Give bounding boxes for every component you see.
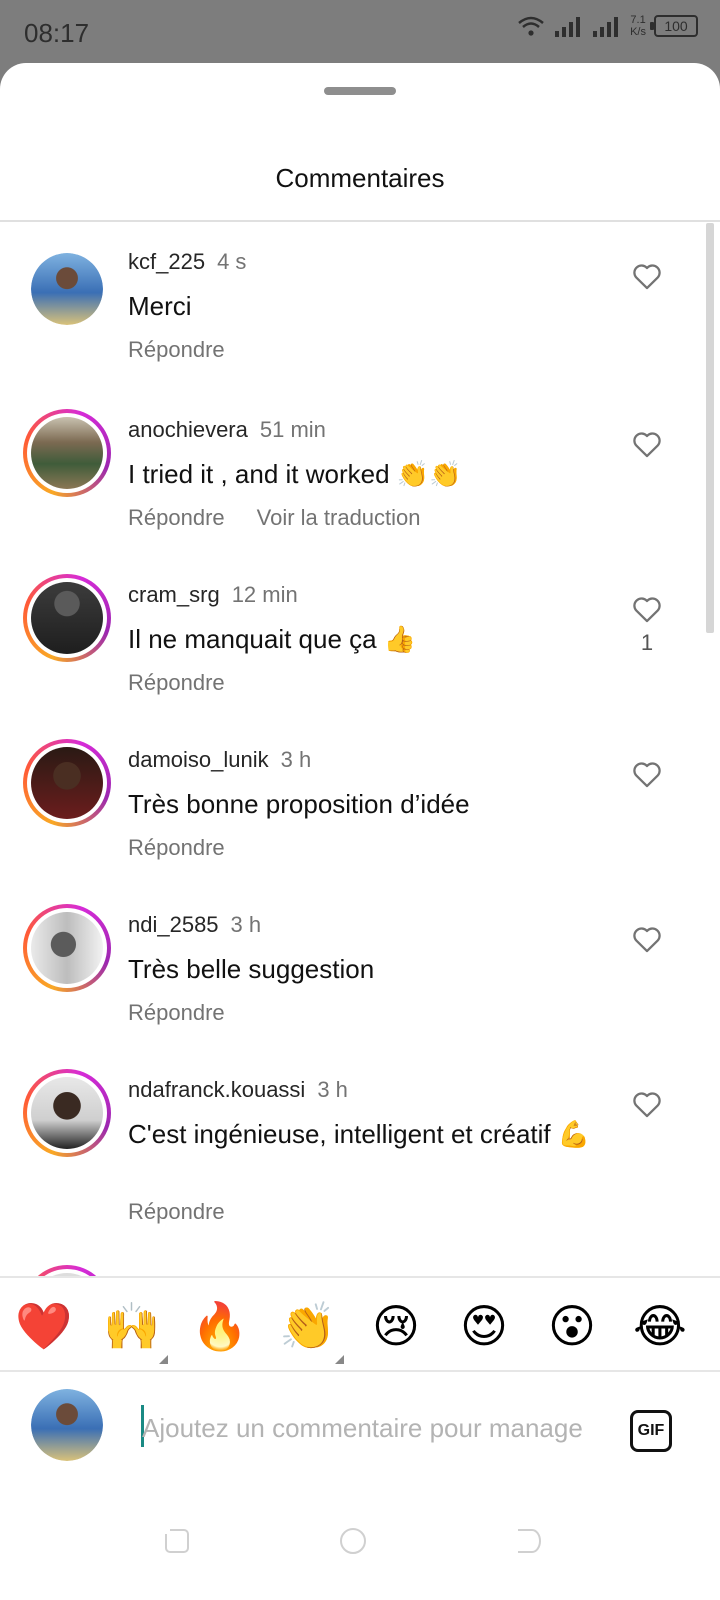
avatar[interactable] xyxy=(23,574,111,662)
heart-outline-icon[interactable] xyxy=(630,922,664,956)
comment-time: 3 h xyxy=(317,1077,348,1102)
avatar[interactable] xyxy=(23,739,111,827)
comment-item: anochievera 51 min I tried it , and it wo… xyxy=(0,409,706,559)
skin-tone-indicator xyxy=(159,1355,168,1364)
avatar[interactable] xyxy=(23,409,111,497)
sheet-title: Commentaires xyxy=(275,163,445,193)
system-nav-bar xyxy=(0,1482,720,1600)
comment-item: cram_srg 12 min Il ne manquait que ça 👍 R… xyxy=(0,574,706,724)
comment-text: Il ne manquait que ça 👍 xyxy=(128,624,417,654)
comment-item: ndi_2585 3 h Très belle suggestion Répond… xyxy=(0,904,706,1054)
comment-item: kcf_225 4 s Merci Répondre xyxy=(0,249,706,403)
comment-username[interactable]: cram_srg xyxy=(128,582,220,607)
comment-actions: Répondre xyxy=(128,835,225,861)
signal-icon-2 xyxy=(593,17,619,37)
avatar[interactable] xyxy=(23,904,111,992)
status-icons: 7.1 K/s 100 xyxy=(516,14,698,38)
comment-username[interactable]: anochievera xyxy=(128,417,248,442)
comment-header: kcf_225 4 s xyxy=(128,249,246,275)
comment-actions: Répondre xyxy=(128,337,225,363)
comment-text: Très bonne proposition d’idée xyxy=(128,789,470,819)
comment-time: 12 min xyxy=(231,582,298,607)
comment-time: 51 min xyxy=(259,417,326,442)
comment-username[interactable]: ndi_2585 xyxy=(128,912,219,937)
emoji-heart-eyes[interactable]: 😍 xyxy=(454,1296,514,1356)
like-count: 1 xyxy=(640,630,654,655)
reply-button[interactable]: Répondre xyxy=(128,1199,225,1225)
comment-actions: Répondre Voir la traduction xyxy=(128,505,421,531)
comment-actions: Répondre xyxy=(128,670,225,696)
comment-text: I tried it , and it worked 👏👏 xyxy=(128,459,462,489)
comment-item: damoiso_lunik 3 h Très bonne proposition … xyxy=(0,739,706,889)
comment-username[interactable]: ndafranck.kouassi xyxy=(128,1077,305,1102)
comment-text: Très belle suggestion xyxy=(128,954,375,984)
heart-outline-icon[interactable] xyxy=(630,592,664,626)
avatar[interactable] xyxy=(31,253,103,325)
recent-apps-icon[interactable] xyxy=(162,1526,192,1556)
status-time: 08:17 xyxy=(24,18,90,48)
comment-time: 4 s xyxy=(217,249,247,274)
back-icon[interactable] xyxy=(514,1526,544,1556)
network-speed: 7.1 K/s xyxy=(630,14,646,38)
comment-header: ndafranck.kouassi 3 h xyxy=(128,1077,348,1103)
network-speed-value: 7.1 xyxy=(630,14,646,26)
battery-icon: 100 xyxy=(650,15,698,37)
reply-button[interactable]: Répondre xyxy=(128,505,225,531)
emoji-fire[interactable]: 🔥 xyxy=(190,1296,250,1356)
comment-time: 3 h xyxy=(280,747,312,772)
emoji-reaction-bar: ❤️ 🙌 🔥 👏 😢 😍 😮 😂 xyxy=(0,1276,720,1372)
reply-button[interactable]: Répondre xyxy=(128,670,225,696)
translate-button[interactable]: Voir la traduction xyxy=(257,505,421,531)
comment-input[interactable] xyxy=(142,1408,602,1448)
comment-username[interactable]: damoiso_lunik xyxy=(128,747,269,772)
comment-text: Merci xyxy=(128,291,192,321)
gif-button[interactable]: GIF xyxy=(630,1410,672,1452)
heart-outline-icon[interactable] xyxy=(630,757,664,791)
drag-handle[interactable] xyxy=(324,87,396,95)
comments-sheet: Commentaires kcf_225 4 s Merci Répondre a… xyxy=(0,63,720,1600)
signal-icon xyxy=(555,17,581,37)
comment-username[interactable]: kcf_225 xyxy=(128,249,205,274)
comment-actions: Répondre xyxy=(128,1000,225,1026)
heart-outline-icon[interactable] xyxy=(630,1087,664,1121)
network-speed-unit: K/s xyxy=(630,26,646,38)
comment-header: cram_srg 12 min xyxy=(128,582,298,608)
scrollbar[interactable] xyxy=(706,223,714,633)
comment-text: C'est ingénieuse, intelligent et créatif… xyxy=(128,1119,591,1149)
avatar[interactable] xyxy=(23,1069,111,1157)
divider xyxy=(0,220,720,222)
comment-item: ndafranck.kouassi 3 h C'est ingénieuse, i… xyxy=(0,1069,706,1269)
comment-time: 3 h xyxy=(230,912,262,937)
comment-composer: GIF xyxy=(0,1372,720,1482)
emoji-surprised[interactable]: 😮 xyxy=(542,1296,602,1356)
home-circle-icon[interactable] xyxy=(338,1526,368,1556)
emoji-heart[interactable]: ❤️ xyxy=(14,1296,74,1356)
heart-outline-icon[interactable] xyxy=(630,427,664,461)
comment-actions: Répondre xyxy=(128,1199,225,1225)
emoji-clapping[interactable]: 👏 xyxy=(278,1296,338,1356)
comment-header: ndi_2585 3 h xyxy=(128,912,261,938)
comment-header: anochievera 51 min xyxy=(128,417,326,443)
emoji-laughing[interactable]: 😂 xyxy=(630,1296,690,1356)
skin-tone-indicator xyxy=(335,1355,344,1364)
wifi-icon xyxy=(518,16,544,36)
reply-button[interactable]: Répondre xyxy=(128,1000,225,1026)
reply-button[interactable]: Répondre xyxy=(128,835,225,861)
heart-outline-icon[interactable] xyxy=(630,259,664,293)
emoji-crying[interactable]: 😢 xyxy=(366,1296,426,1356)
emoji-raised-hands[interactable]: 🙌 xyxy=(102,1296,162,1356)
reply-button[interactable]: Répondre xyxy=(128,337,225,363)
my-avatar xyxy=(31,1389,103,1461)
status-bar: 08:17 7.1 K/s 100 xyxy=(0,0,720,64)
comment-header: damoiso_lunik 3 h xyxy=(128,747,311,773)
